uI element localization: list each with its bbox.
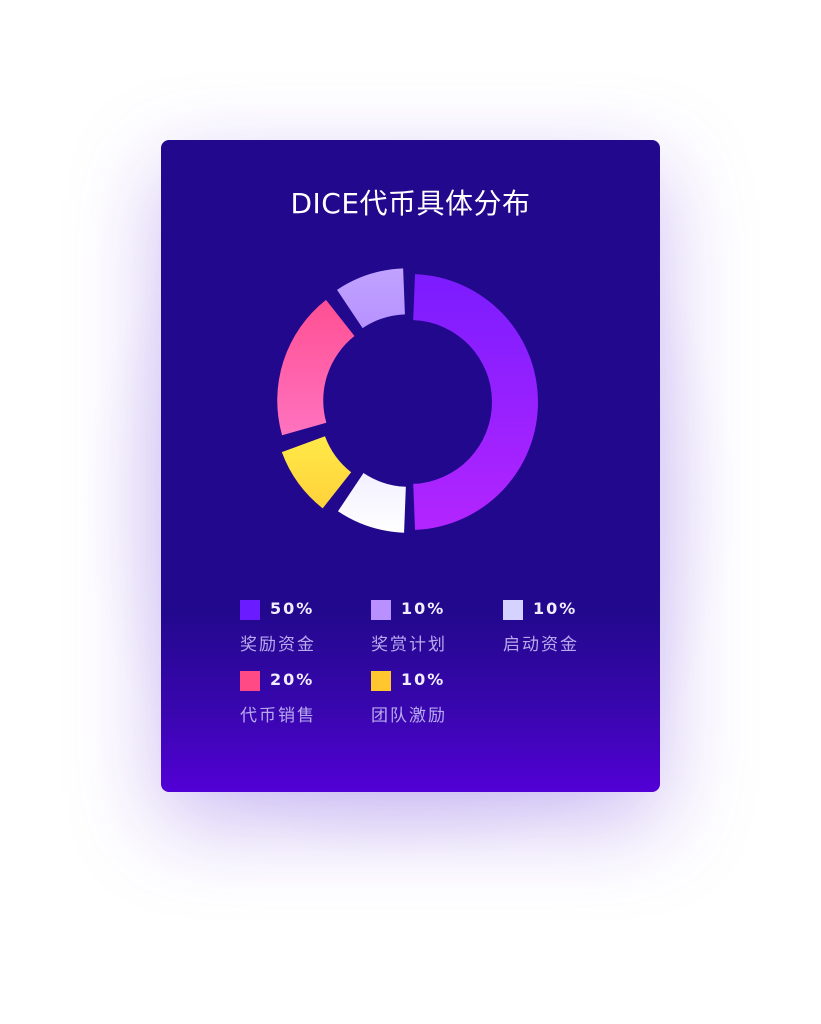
legend-swatch [503,600,523,620]
legend-value: 10% [401,670,446,689]
legend-label: 奖赏计划 [371,635,447,655]
donut-slice-4 [277,299,355,436]
donut-slice-1 [413,274,538,530]
legend-label: 启动资金 [503,635,579,655]
legend-label: 团队激励 [371,706,447,726]
donut-chart [277,268,538,533]
legend-value: 20% [270,670,315,689]
chart-stage: DICE代币具体分布 50% 奖励资金 10% 奖赏计划 10% 启动资金 20% 代币销售 1… [0,0,821,1024]
legend-value: 50% [270,599,315,618]
legend-label: 代币销售 [240,706,316,726]
donut-slice-5 [337,268,405,329]
legend-value: 10% [533,599,578,618]
legend-value: 10% [401,599,446,618]
legend-swatch [371,671,391,691]
donut-slice-3 [281,436,352,509]
legend-swatch [371,600,391,620]
legend-swatch [240,671,260,691]
legend-swatch [240,600,260,620]
donut-slice-2 [337,473,406,533]
legend-label: 奖励资金 [240,635,316,655]
